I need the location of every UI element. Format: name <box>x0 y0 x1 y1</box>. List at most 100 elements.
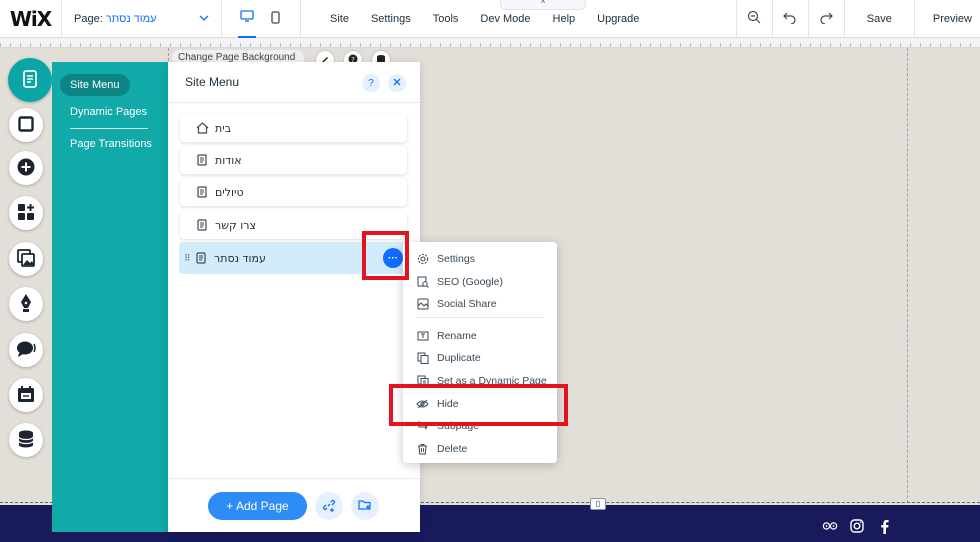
share-icon <box>416 297 429 310</box>
image-icon <box>17 248 35 270</box>
cms-button[interactable] <box>9 423 43 457</box>
panel-title: Site Menu <box>185 75 240 89</box>
undo-button[interactable] <box>771 0 808 38</box>
device-switcher <box>222 0 301 38</box>
menu-divider <box>416 317 544 318</box>
help-button[interactable]: ? <box>362 74 380 92</box>
home-icon <box>195 121 209 135</box>
site-design-button[interactable] <box>9 108 43 142</box>
highlight-more-actions <box>362 231 409 280</box>
divider <box>70 128 148 129</box>
menu-item-rename[interactable]: Rename <box>416 329 477 342</box>
page-selector[interactable]: Page: עמוד נסתר <box>62 0 222 38</box>
rename-icon <box>416 329 429 342</box>
menu-item-label: Delete <box>437 442 468 455</box>
page-item-label: אודות <box>215 153 242 167</box>
top-right-tools: Save Preview <box>735 0 980 38</box>
square-icon <box>18 115 34 135</box>
panel-divider <box>168 102 420 103</box>
highlight-hide-option <box>389 384 568 426</box>
media-button[interactable] <box>9 242 43 276</box>
page-item-label: בית <box>215 121 232 135</box>
desktop-view-button[interactable] <box>238 0 256 38</box>
menu-item-delete[interactable]: Delete <box>416 442 467 455</box>
menu-upgrade[interactable]: Upgrade <box>586 13 650 25</box>
menu-item-social-share[interactable]: Social Share <box>416 297 497 310</box>
folder-icon <box>358 499 372 514</box>
page-icon <box>195 185 209 199</box>
blog-button[interactable] <box>9 287 43 321</box>
bookings-button[interactable] <box>9 378 43 412</box>
collapse-topbar-tab[interactable]: ^ <box>500 0 586 10</box>
menu-item-label: Duplicate <box>437 351 481 364</box>
database-icon <box>18 430 34 451</box>
menu-item-label: Social Share <box>437 297 497 310</box>
tab-dynamic-pages[interactable]: Dynamic Pages <box>70 106 147 118</box>
tab-site-menu[interactable]: Site Menu <box>60 74 130 96</box>
page-icon <box>195 153 209 167</box>
top-bar: WiX Page: עמוד נסתר Site Settings Tools … <box>0 0 980 38</box>
drag-handle-icon[interactable]: ⠿ <box>184 253 191 264</box>
menu-item-label: Settings <box>437 252 475 265</box>
calendar-icon <box>17 385 35 406</box>
pages-nav-panel: Site Menu Dynamic Pages Page Transitions <box>52 62 172 532</box>
page-item-trips[interactable]: טיולים <box>180 178 407 206</box>
desktop-icon <box>240 10 254 25</box>
pen-nib-icon <box>19 293 33 316</box>
tripadvisor-icon[interactable] <box>822 518 838 534</box>
zoom-out-icon <box>747 10 761 28</box>
page-icon <box>194 251 208 265</box>
menu-tools[interactable]: Tools <box>422 13 470 25</box>
mobile-view-button[interactable] <box>266 0 284 38</box>
page-item-about[interactable]: אודות <box>180 146 407 174</box>
chat-button[interactable] <box>9 333 43 367</box>
trash-icon <box>416 442 429 455</box>
tab-page-transitions[interactable]: Page Transitions <box>70 138 152 150</box>
site-menu-panel: Site Menu ? בית אודות טיולים צרו קשר ⠿ ע… <box>168 62 420 532</box>
undo-icon <box>783 11 797 28</box>
add-folder-button[interactable] <box>351 492 379 520</box>
footer-handle[interactable]: ▯ <box>590 498 606 510</box>
menu-help[interactable]: Help <box>542 13 587 25</box>
gear-icon <box>416 252 429 265</box>
close-button[interactable] <box>388 74 406 92</box>
add-link-button[interactable] <box>315 492 343 520</box>
mobile-icon <box>270 10 280 27</box>
plus-circle-icon <box>17 158 35 179</box>
pages-menu-button[interactable] <box>8 58 52 102</box>
close-icon <box>393 78 401 89</box>
menu-item-duplicate[interactable]: Duplicate <box>416 351 481 364</box>
menu-dev-mode[interactable]: Dev Mode <box>469 13 541 25</box>
save-button[interactable]: Save <box>843 0 914 38</box>
page-item-label: צרו קשר <box>215 218 257 232</box>
duplicate-icon <box>416 351 429 364</box>
menu-item-seo[interactable]: SEO (Google) <box>416 275 503 288</box>
menu-site[interactable]: Site <box>319 13 360 25</box>
instagram-icon[interactable] <box>849 518 865 534</box>
main-menu: Site Settings Tools Dev Mode Help Upgrad… <box>301 0 650 38</box>
preview-button[interactable]: Preview <box>913 0 980 38</box>
help-icon: ? <box>368 77 374 89</box>
add-elements-button[interactable] <box>9 151 43 185</box>
zoom-button[interactable] <box>735 0 772 38</box>
redo-icon <box>819 11 834 28</box>
menu-settings[interactable]: Settings <box>360 13 422 25</box>
wix-logo[interactable]: WiX <box>0 0 62 38</box>
page-selector-value: עמוד נסתר <box>105 12 157 25</box>
facebook-icon[interactable] <box>876 518 892 534</box>
seo-search-icon <box>416 275 429 288</box>
add-page-button[interactable]: + Add Page <box>208 492 307 520</box>
panel-footer-divider <box>168 478 420 479</box>
apps-icon <box>17 203 35 224</box>
redo-button[interactable] <box>807 0 844 38</box>
page-item-label: טיולים <box>215 185 244 199</box>
add-apps-button[interactable] <box>9 196 43 230</box>
horizontal-ruler <box>0 38 980 48</box>
chat-bubble-icon <box>16 340 36 361</box>
page-selector-label: Page: <box>74 12 103 25</box>
menu-item-settings[interactable]: Settings <box>416 252 475 265</box>
page-item-label: עמוד נסתר <box>214 251 266 265</box>
page-icon <box>195 218 209 232</box>
menu-item-label: Rename <box>437 329 477 342</box>
page-item-home[interactable]: בית <box>180 114 407 142</box>
